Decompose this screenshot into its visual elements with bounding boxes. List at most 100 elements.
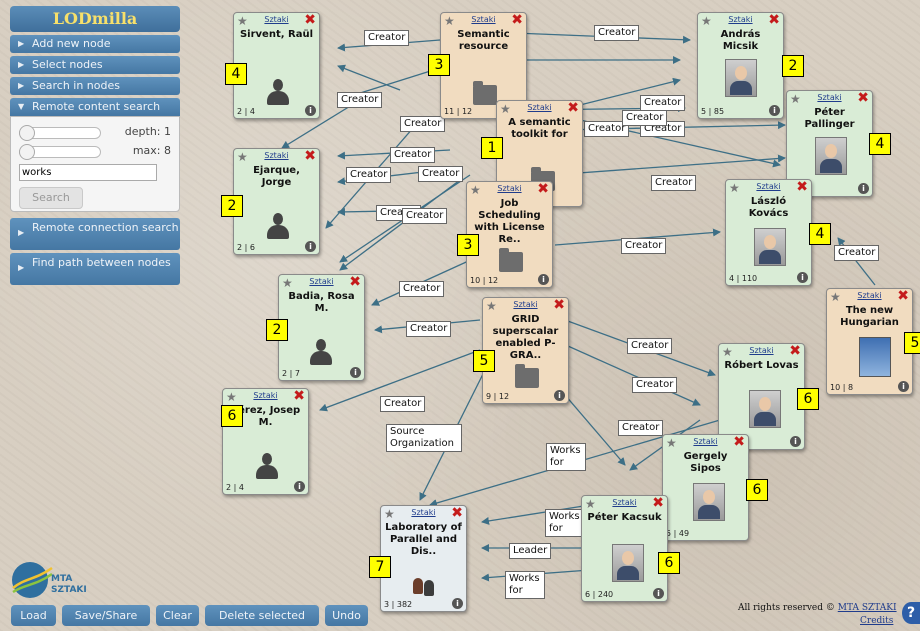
menu-search-in-nodes[interactable]: ▶ Search in nodes [10,77,180,95]
info-icon[interactable]: i [858,183,869,194]
save-share-button[interactable]: Save/Share [62,605,150,626]
sztaki-text: SZTAKI [51,585,87,595]
node-laboratory[interactable]: ★ Sztaki ✖ Laboratory of Parallel and Di… [369,505,467,612]
node-counts: 5 | 85 [701,107,725,116]
node-new-hungarian[interactable]: ★ Sztaki ✖ The new Hungarian 5 10 | 8 i [826,288,920,395]
help-icon[interactable]: ? [902,602,920,624]
close-icon[interactable]: ✖ [733,435,745,449]
close-icon[interactable]: ✖ [789,344,801,358]
close-icon[interactable]: ✖ [293,389,305,403]
node-peter-kacsuk[interactable]: ★ Sztaki ✖ Péter Kacsuk 6 6 | 240 i [581,495,680,602]
undo-button[interactable]: Undo [325,605,368,626]
edge-label: Creator [390,147,436,163]
node-ejarque[interactable]: ★ Sztaki ✖ Ejarque, Jorge 2 2 | 6 i [221,148,320,255]
load-button[interactable]: Load [11,605,56,626]
node-badge: 2 [221,195,243,217]
close-icon[interactable]: ✖ [796,180,808,194]
node-counts: 6 | 240 [585,590,614,599]
footer-copyright: All rights reserved © MTA SZTAKI [738,603,897,613]
node-job-scheduling[interactable]: ★ Sztaki ✖ Job Scheduling with License R… [457,181,553,288]
close-icon[interactable]: ✖ [553,298,565,312]
node-perez[interactable]: ★ Sztaki ✖ Pérez, Josep M. 6 2 | 4 i [221,388,309,495]
node-sirvent[interactable]: ★ Sztaki ✖ Sirvent, Raül 4 2 | 4 i [225,12,320,119]
info-icon[interactable]: i [790,436,801,447]
two-people-icon [413,574,437,598]
node-counts: 2 | 7 [282,369,300,378]
info-icon[interactable]: i [350,367,361,378]
info-icon[interactable]: i [452,598,463,609]
menu-add-new-node[interactable]: ▶ Add new node [10,35,180,53]
edge-label: Creator [346,167,392,183]
node-counts: 3 | 382 [384,600,413,609]
delete-selected-button[interactable]: Delete selected [205,605,319,626]
edge-label: Creator [622,110,668,126]
info-icon[interactable]: i [769,105,780,116]
close-icon[interactable]: ✖ [537,182,549,196]
close-icon[interactable]: ✖ [857,91,869,105]
credits-link[interactable]: Credits [860,616,893,626]
node-title: Gergely Sipos [683,451,728,474]
clear-button[interactable]: Clear [156,605,199,626]
folder-icon [473,81,497,105]
photo-icon [612,544,644,582]
photo-icon [693,483,725,521]
menu-label: Add new node [32,37,111,50]
edge-label: Works for [505,571,545,599]
info-icon[interactable]: i [294,481,305,492]
edge-label: Creator [380,396,426,412]
node-grid-superscalar[interactable]: ★ Sztaki ✖ GRID superscalar enabled P-GR… [473,297,569,404]
close-icon[interactable]: ✖ [304,13,316,27]
node-badge: 2 [782,55,804,77]
search-button[interactable]: Search [19,187,83,209]
menu-find-path[interactable]: ▶ Find path between nodes [10,253,180,285]
menu-remote-content-search[interactable]: ▼ Remote content search [10,98,180,116]
max-slider[interactable] [19,144,101,160]
node-badge: 5 [904,332,920,354]
edge-label: Creator [621,238,667,254]
close-icon[interactable]: ✖ [511,13,523,27]
node-title: Róbert Lovas [724,360,799,371]
close-icon[interactable]: ✖ [304,149,316,163]
info-icon[interactable]: i [554,390,565,401]
close-icon[interactable]: ✖ [349,275,361,289]
node-badge: 1 [481,137,503,159]
mta-sztaki-link[interactable]: MTA SZTAKI [838,603,897,613]
edge-label: Creator [627,338,673,354]
photo-icon [754,228,786,266]
depth-slider[interactable] [19,125,101,141]
close-icon[interactable]: ✖ [652,496,664,510]
node-title: László Kovács [748,196,789,219]
node-title: Badia, Rosa M. [288,291,355,314]
slider-handle[interactable] [19,125,35,141]
menu-label: Select nodes [32,58,103,71]
node-laszlo-kovacs[interactable]: ★ Sztaki ✖ László Kovács 4 4 | 110 i [725,179,831,286]
node-badge: 3 [457,234,479,256]
folder-icon [499,248,523,272]
menu-select-nodes[interactable]: ▶ Select nodes [10,56,180,74]
edge-label: Creator [594,25,640,41]
node-gergely-sipos[interactable]: ★ Sztaki ✖ Gergely Sipos 6 5 | 49 [662,434,768,541]
node-andras-micsik[interactable]: ★ Sztaki ✖ András Micsik 2 5 | 85 i [697,12,804,119]
info-icon[interactable]: i [305,241,316,252]
node-badge: 4 [809,223,831,245]
edge-label: Creator [399,281,445,297]
node-counts: 9 | 12 [486,392,510,401]
close-icon[interactable]: ✖ [567,101,579,115]
node-counts: 11 | 12 [444,107,473,116]
slider-handle[interactable] [19,144,35,160]
close-icon[interactable]: ✖ [451,506,463,520]
menu-remote-connection-search[interactable]: ▶ Remote connection search [10,218,180,250]
edge [337,64,401,91]
info-icon[interactable]: i [653,588,664,599]
close-icon[interactable]: ✖ [897,289,909,303]
info-icon[interactable]: i [898,381,909,392]
info-icon[interactable]: i [305,105,316,116]
close-icon[interactable]: ✖ [768,13,780,27]
node-badge: 6 [221,405,243,427]
node-badia[interactable]: ★ Sztaki ✖ Badia, Rosa M. 2 2 | 7 i [266,274,365,381]
info-icon[interactable]: i [538,274,549,285]
info-icon[interactable]: i [797,272,808,283]
search-query-input[interactable] [19,164,157,181]
edge-label: Creator [400,116,446,132]
person-silhouette-icon [255,453,279,481]
